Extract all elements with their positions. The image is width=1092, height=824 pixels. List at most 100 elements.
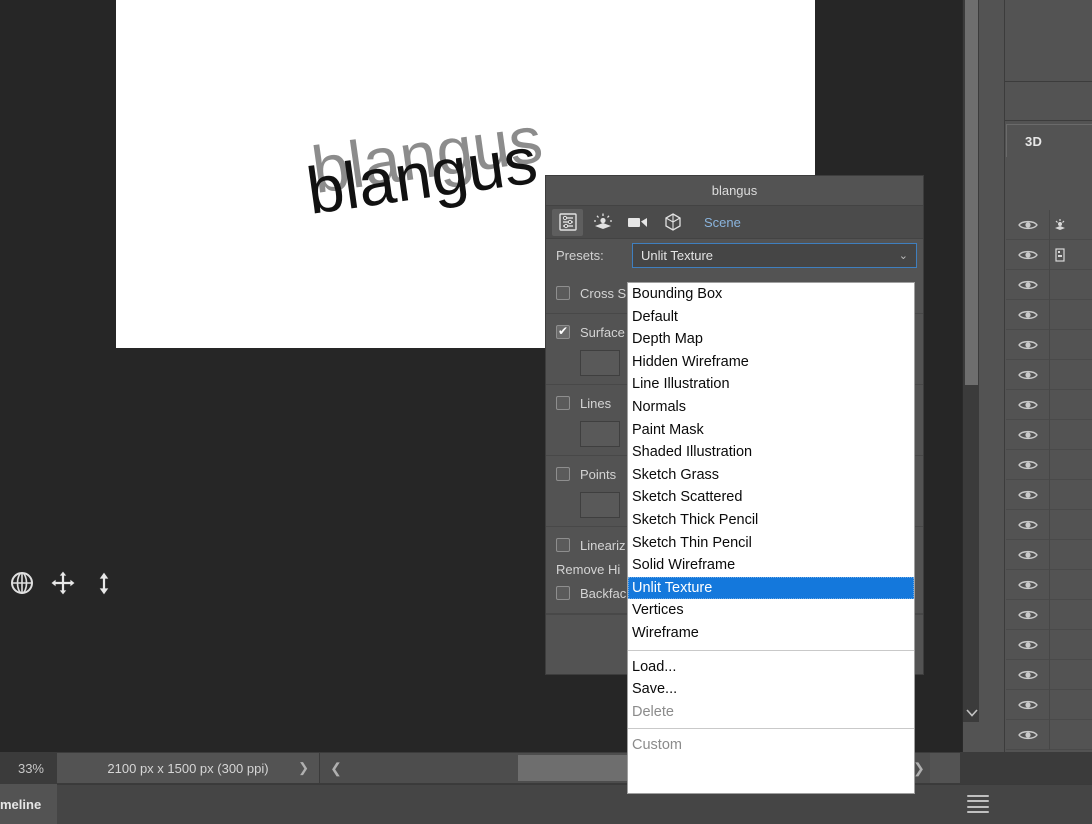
render-option-checkbox[interactable]: [556, 286, 570, 300]
scene-filter-icon[interactable]: [552, 208, 583, 236]
dropdown-option[interactable]: Bounding Box: [628, 283, 914, 306]
dropdown-option[interactable]: Paint Mask: [628, 419, 914, 442]
slide-3d-icon[interactable]: [91, 568, 118, 598]
dropdown-option[interactable]: Depth Map: [628, 328, 914, 351]
hamburger-menu-icon[interactable]: [967, 795, 989, 813]
dock-panel-upper: [1004, 0, 1092, 82]
layer-row[interactable]: [1006, 359, 1092, 390]
orbit-3d-icon[interactable]: [8, 568, 35, 598]
layer-row[interactable]: [1006, 689, 1092, 720]
scene-label[interactable]: Scene: [704, 215, 741, 230]
chevron-down-icon[interactable]: ⌄: [899, 249, 908, 262]
dropdown-option[interactable]: Vertices: [628, 599, 914, 622]
color-swatch[interactable]: [580, 421, 620, 447]
dropdown-option[interactable]: Unlit Texture: [628, 576, 914, 600]
layer-row[interactable]: [1006, 299, 1092, 330]
render-option-checkbox[interactable]: [556, 396, 570, 410]
dropdown-footer[interactable]: Custom: [628, 734, 914, 757]
presets-dropdown-list[interactable]: Bounding Box Default Depth Map Hidden Wiref…: [627, 282, 915, 794]
panel-tab-strip[interactable]: Scene: [546, 206, 923, 239]
dropdown-option[interactable]: Solid Wireframe: [628, 554, 914, 577]
extra-option-checkbox[interactable]: [556, 538, 570, 552]
dropdown-action[interactable]: Load...: [628, 656, 914, 679]
color-swatch[interactable]: [580, 350, 620, 376]
dropdown-option[interactable]: Sketch Scattered: [628, 486, 914, 509]
layer-row[interactable]: [1006, 239, 1092, 270]
dropdown-options[interactable]: Bounding Box Default Depth Map Hidden Wiref…: [628, 283, 914, 645]
layer-row[interactable]: [1006, 539, 1092, 570]
layer-row[interactable]: [1006, 329, 1092, 360]
zoom-level[interactable]: 33%: [0, 752, 56, 784]
presets-combobox[interactable]: Unlit Texture ⌄: [632, 242, 917, 268]
dropdown-option[interactable]: Sketch Thin Pencil: [628, 532, 914, 555]
dimensions-chevron-icon[interactable]: ❯: [298, 760, 309, 776]
dropdown-option[interactable]: Sketch Thick Pencil: [628, 509, 914, 532]
layer-row[interactable]: [1006, 449, 1092, 480]
dropdown-option[interactable]: Wireframe: [628, 622, 914, 645]
layer-row[interactable]: [1006, 599, 1092, 630]
layer-row[interactable]: [1006, 569, 1092, 600]
extra-option-label: Remove Hi: [556, 561, 621, 577]
camera-filter-icon[interactable]: [622, 209, 653, 236]
visibility-eye-icon[interactable]: [1006, 689, 1050, 720]
visibility-eye-icon[interactable]: [1006, 629, 1050, 660]
document-dimensions-text: 2100 px x 1500 px (300 ppi): [107, 760, 269, 776]
bottom-bar: meline: [0, 784, 1092, 824]
layer-row[interactable]: [1006, 419, 1092, 450]
dropdown-option[interactable]: Normals: [628, 396, 914, 419]
scroll-left-chevron-icon[interactable]: ❮: [326, 753, 346, 783]
visibility-eye-icon[interactable]: [1006, 569, 1050, 600]
dropdown-option[interactable]: Sketch Grass: [628, 464, 914, 487]
visibility-eye-icon[interactable]: [1006, 539, 1050, 570]
extra-option-checkbox[interactable]: [556, 586, 570, 600]
mesh-filter-icon[interactable]: [657, 209, 688, 236]
layer-row[interactable]: [1006, 659, 1092, 690]
visibility-eye-icon[interactable]: [1006, 479, 1050, 510]
visibility-eye-icon[interactable]: [1006, 329, 1050, 360]
panel-title-text: blangus: [711, 183, 758, 198]
visibility-eye-icon[interactable]: [1006, 389, 1050, 420]
canvas-vertical-scrollbar[interactable]: [962, 0, 980, 752]
dropdown-actions[interactable]: Load... Save... Delete: [628, 656, 914, 724]
color-swatch[interactable]: [580, 492, 620, 518]
visibility-eye-icon[interactable]: [1006, 419, 1050, 450]
layer-row[interactable]: [1006, 629, 1092, 660]
vertical-scroll-thumb[interactable]: [965, 0, 978, 385]
layer-row[interactable]: [1006, 509, 1092, 540]
dropdown-option[interactable]: Hidden Wireframe: [628, 351, 914, 374]
lights-filter-icon[interactable]: [587, 209, 618, 236]
visibility-eye-icon[interactable]: [1006, 239, 1050, 270]
3d-camera-tools[interactable]: [8, 566, 118, 600]
visibility-eye-icon[interactable]: [1006, 719, 1050, 750]
document-dimensions[interactable]: 2100 px x 1500 px (300 ppi) ❯: [57, 753, 319, 783]
layer-row[interactable]: [1006, 269, 1092, 300]
visibility-eye-icon[interactable]: [1006, 659, 1050, 690]
render-option-label: Cross S: [580, 285, 627, 301]
render-option-label: Points: [580, 466, 617, 482]
visibility-eye-icon[interactable]: [1006, 599, 1050, 630]
visibility-eye-icon[interactable]: [1006, 449, 1050, 480]
visibility-eye-icon[interactable]: [1006, 209, 1050, 240]
layer-row[interactable]: [1006, 209, 1092, 240]
pan-3d-icon[interactable]: [49, 568, 76, 598]
tab-3d[interactable]: 3D: [1006, 124, 1092, 157]
dropdown-option[interactable]: Default: [628, 306, 914, 329]
dropdown-option[interactable]: Shaded Illustration: [628, 441, 914, 464]
visibility-eye-icon[interactable]: [1006, 269, 1050, 300]
dropdown-option[interactable]: Line Illustration: [628, 373, 914, 396]
render-option-checkbox[interactable]: [556, 467, 570, 481]
tab-timeline[interactable]: meline: [0, 784, 57, 824]
visibility-eye-icon[interactable]: [1006, 359, 1050, 390]
scroll-down-chevron-icon[interactable]: [963, 704, 980, 722]
layer-row[interactable]: [1006, 719, 1092, 750]
layer-row[interactable]: [1006, 389, 1092, 420]
render-option-checkbox[interactable]: [556, 323, 570, 339]
panel-title: blangus: [546, 176, 923, 206]
visibility-eye-icon[interactable]: [1006, 509, 1050, 540]
presets-row: Presets: Unlit Texture ⌄: [546, 239, 923, 271]
3d-panel-body: [1006, 157, 1092, 824]
3d-layer-list[interactable]: [1006, 209, 1092, 750]
visibility-eye-icon[interactable]: [1006, 299, 1050, 330]
dropdown-action[interactable]: Save...: [628, 678, 914, 701]
layer-row[interactable]: [1006, 479, 1092, 510]
